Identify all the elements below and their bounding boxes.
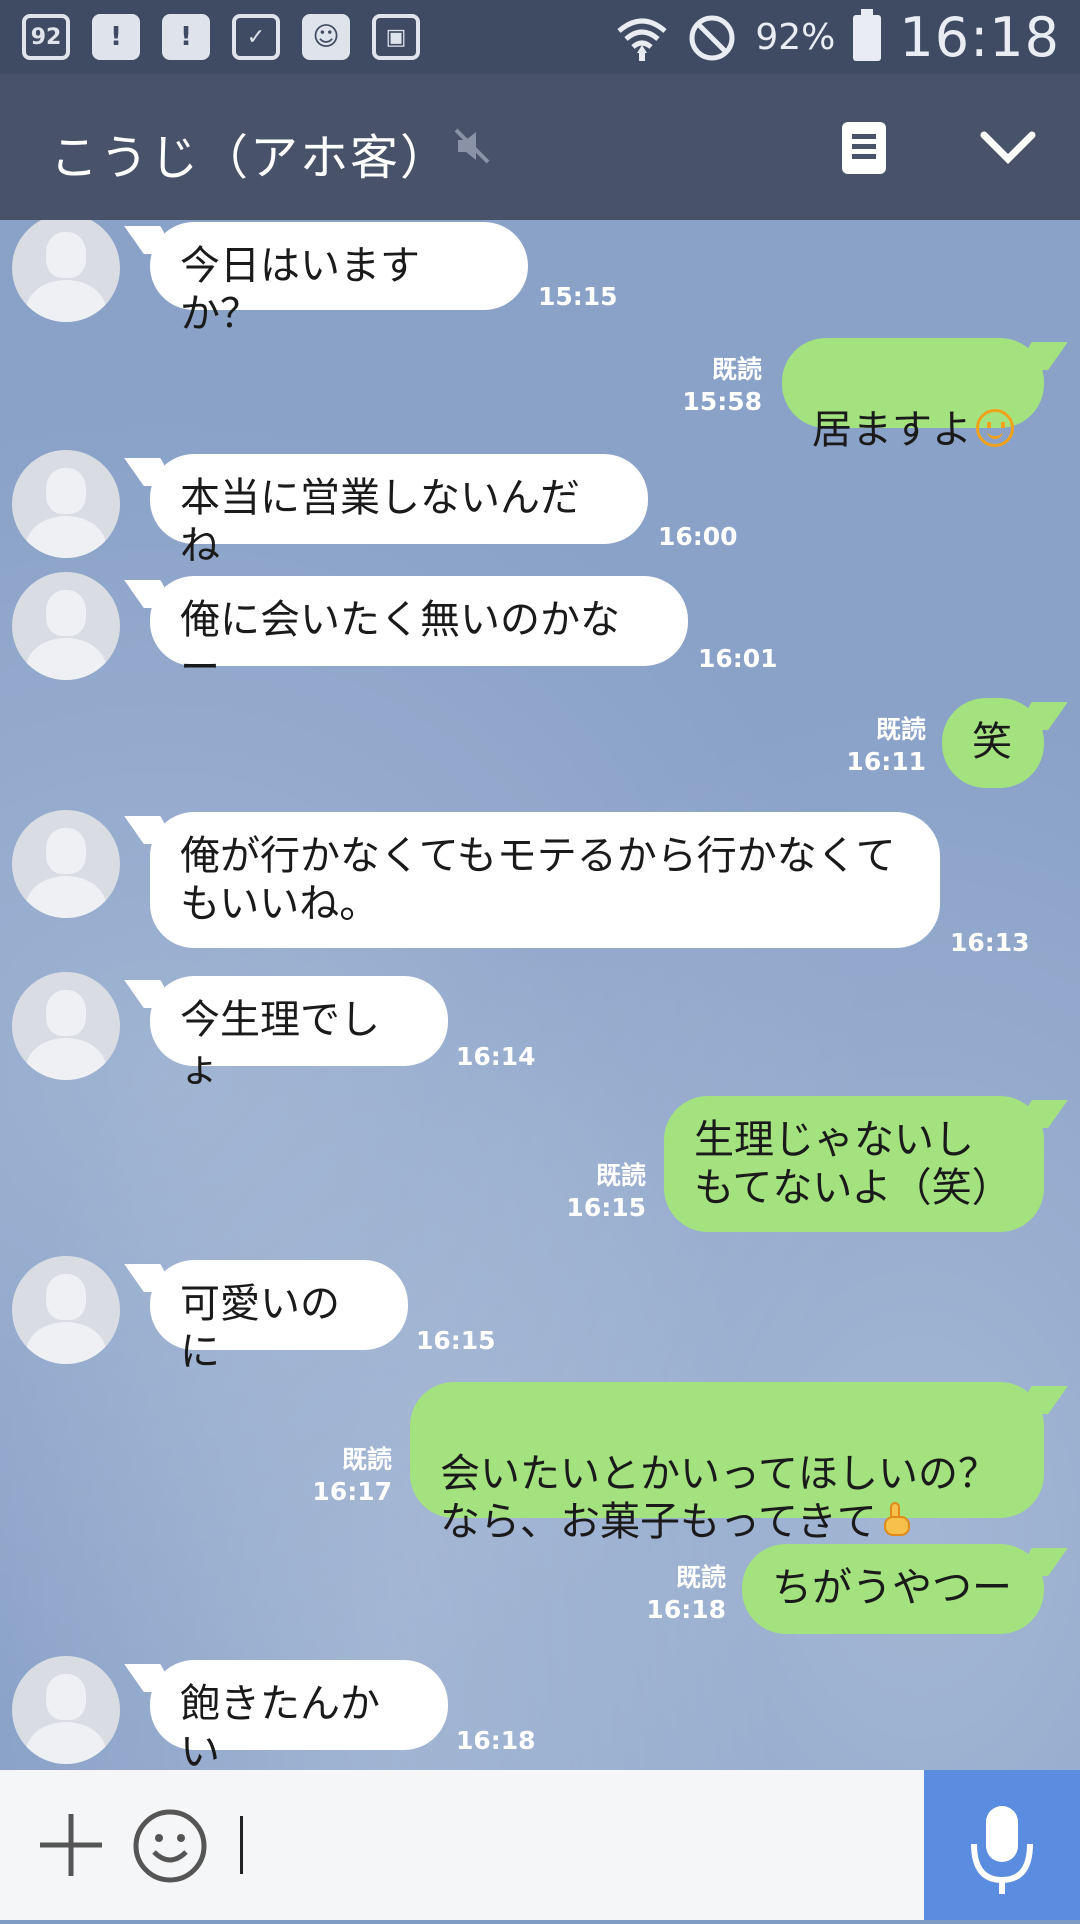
message-bubble-incoming[interactable]: 俺が行かなくてもモテるから行かなくて もいいね。 (150, 812, 940, 948)
message-time: 16:11 (846, 747, 926, 776)
status-bar: 92 ! ! ✓ ☺ ▣ 92% 16:18 (0, 0, 1080, 74)
message-bubble-incoming[interactable]: 飽きたんかい (150, 1660, 448, 1770)
alert-icon: ! (162, 14, 210, 60)
avatar[interactable] (12, 220, 120, 322)
smile-emoji-icon (976, 409, 1014, 447)
read-label: 既読 (675, 1563, 726, 1592)
menu-icon[interactable] (842, 122, 886, 174)
message-time: 16:13 (950, 928, 1030, 957)
message-time: 16:18 (646, 1595, 726, 1624)
do-not-disturb-icon (689, 15, 735, 60)
message-time: 15:58 (682, 387, 762, 416)
message-bubble-outgoing[interactable]: 笑 (942, 698, 1044, 788)
message-input[interactable] (236, 1810, 896, 1880)
chat-title[interactable]: こうじ（アホ客） (50, 118, 450, 188)
battery-percent: 92% (755, 17, 836, 58)
message-time: 16:00 (658, 522, 738, 551)
notification-icons: 92 ! ! ✓ ☺ ▣ (22, 14, 420, 60)
task-check-icon: ✓ (232, 14, 280, 60)
read-receipt: 既読 16:17 (286, 1444, 392, 1508)
message-time: 16:15 (416, 1326, 496, 1355)
mic-button[interactable] (924, 1770, 1080, 1920)
mute-icon (454, 128, 490, 164)
message-time: 16:01 (698, 644, 778, 673)
chevron-down-icon[interactable] (980, 129, 1036, 165)
message-time: 15:15 (538, 282, 618, 311)
status-right: 92% 16:18 (615, 6, 1060, 69)
message-text: 会いたいとかいってほしいの？ なら、お菓子もってきて (440, 1451, 998, 1545)
message-text: 居ますよ (812, 407, 972, 453)
message-time: 16:14 (456, 1042, 536, 1071)
read-label: 既読 (711, 355, 762, 384)
chat-header: こうじ（アホ客） (0, 74, 1080, 220)
message-bubble-incoming[interactable]: 本当に営業しないんだね (150, 454, 648, 569)
message-input-bar (0, 1770, 1080, 1920)
message-bubble-outgoing[interactable]: 居ますよ (782, 338, 1044, 453)
message-bubble-incoming[interactable]: 俺に会いたく無いのかなー (150, 576, 688, 691)
read-label: 既読 (875, 715, 926, 744)
avatar[interactable] (12, 972, 120, 1080)
avatar[interactable] (12, 450, 120, 558)
read-receipt: 既読 15:58 (650, 354, 762, 418)
message-bubble-outgoing[interactable]: ちがうやつー (742, 1544, 1044, 1634)
clock: 16:18 (899, 6, 1060, 69)
message-face-icon: ☺ (302, 14, 350, 60)
message-time: 16:18 (456, 1726, 536, 1755)
chat-area[interactable]: 今日はいますか？ 15:15 居ますよ 既読 15:58 本当に営業しないんだね… (0, 220, 1080, 1770)
message-bubble-incoming[interactable]: 今生理でしょ (150, 976, 448, 1091)
notification-count-icon: 92 (22, 14, 70, 60)
read-receipt: 既読 16:18 (612, 1562, 726, 1626)
smiley-icon[interactable] (132, 1808, 208, 1884)
read-label: 既読 (595, 1161, 646, 1190)
message-time: 16:15 (566, 1193, 646, 1222)
avatar[interactable] (12, 1256, 120, 1364)
message-time: 16:17 (312, 1477, 392, 1506)
message-bubble-incoming[interactable]: 可愛いのに (150, 1260, 408, 1375)
read-receipt: 既読 16:11 (810, 714, 926, 778)
mic-icon (971, 1806, 1033, 1894)
wifi-icon (617, 18, 667, 61)
pointing-hand-emoji-icon (883, 1502, 910, 1536)
message-bubble-outgoing[interactable]: 生理じゃないし もてないよ（笑） (664, 1096, 1044, 1232)
plus-icon[interactable] (36, 1810, 106, 1880)
message-bubble-outgoing[interactable]: 会いたいとかいってほしいの？ なら、お菓子もってきて (410, 1382, 1044, 1545)
message-bubble-incoming[interactable]: 今日はいますか？ (150, 222, 528, 337)
text-cursor (240, 1816, 243, 1874)
avatar[interactable] (12, 810, 120, 918)
avatar[interactable] (12, 572, 120, 680)
battery-icon (853, 8, 882, 61)
read-label: 既読 (341, 1445, 392, 1474)
image-icon: ▣ (372, 14, 420, 60)
read-receipt: 既読 16:15 (540, 1160, 646, 1224)
alert-icon: ! (92, 14, 140, 60)
avatar[interactable] (12, 1656, 120, 1764)
